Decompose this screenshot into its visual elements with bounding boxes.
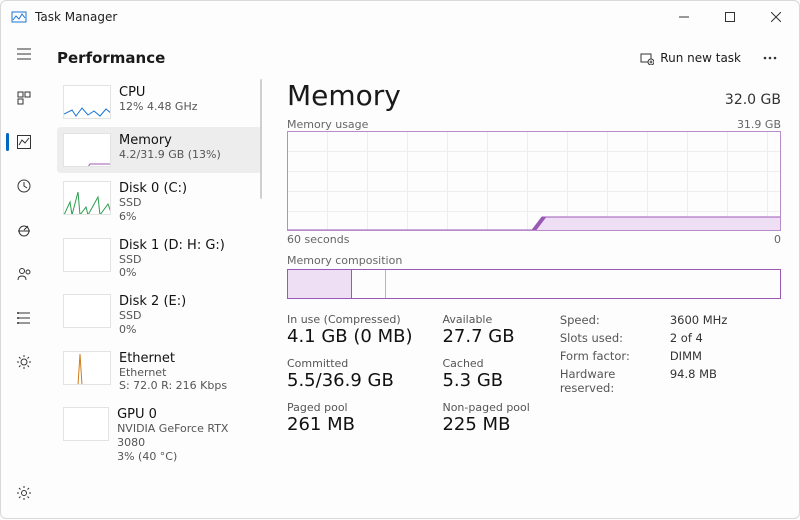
nav-details[interactable] (4, 301, 44, 335)
composition-label: Memory composition (287, 254, 781, 267)
run-task-icon (640, 51, 654, 65)
available-value: 27.7 GB (442, 326, 529, 347)
composition-modified (352, 270, 386, 298)
window-title: Task Manager (35, 10, 117, 24)
available-label: Available (442, 313, 529, 326)
run-task-label: Run new task (660, 51, 741, 65)
page-title: Performance (57, 49, 165, 67)
memory-usage-chart (287, 131, 781, 231)
detail-title: Memory (287, 79, 401, 112)
resource-list[interactable]: CPU12% 4.48 GHz Memory4.2/31.9 GB (13%) … (57, 79, 263, 520)
disk2-sparkline (63, 294, 111, 328)
nav-startup[interactable] (4, 213, 44, 247)
sidebar-item-ethernet[interactable]: EthernetEthernetS: 72.0 R: 216 Kbps (57, 345, 262, 400)
committed-label: Committed (287, 357, 412, 370)
title-bar: Task Manager (1, 1, 799, 33)
sidebar-item-disk0[interactable]: Disk 0 (C:)SSD6% (57, 175, 262, 230)
hamburger-icon[interactable] (4, 37, 44, 71)
nonpaged-label: Non-paged pool (442, 401, 529, 414)
memory-sparkline (63, 133, 111, 167)
sidebar-item-cpu[interactable]: CPU12% 4.48 GHz (57, 79, 262, 125)
minimize-button[interactable] (661, 1, 707, 33)
sidebar-item-disk1[interactable]: Disk 1 (D: H: G:)SSD0% (57, 232, 262, 287)
disk0-sparkline (63, 181, 111, 215)
page-header: Performance Run new task (57, 37, 785, 79)
disk1-sparkline (63, 238, 111, 272)
nav-users[interactable] (4, 257, 44, 291)
nonpaged-value: 225 MB (442, 414, 529, 435)
memory-capacity: 32.0 GB (725, 92, 781, 112)
nav-app-history[interactable] (4, 169, 44, 203)
cached-label: Cached (442, 357, 529, 370)
ethernet-sparkline (63, 351, 111, 385)
nav-performance[interactable] (4, 125, 44, 159)
paged-value: 261 MB (287, 414, 412, 435)
paged-label: Paged pool (287, 401, 412, 414)
cpu-sparkline (63, 85, 111, 119)
nav-services[interactable] (4, 345, 44, 379)
app-icon (11, 9, 27, 25)
committed-value: 5.5/36.9 GB (287, 370, 412, 391)
detail-pane: Memory 32.0 GB Memory usage 31.9 GB 60 s… (263, 79, 785, 520)
nav-settings[interactable] (4, 476, 44, 510)
close-button[interactable] (753, 1, 799, 33)
memory-composition-chart (287, 269, 781, 299)
xaxis-left: 60 seconds (287, 233, 349, 246)
maximize-button[interactable] (707, 1, 753, 33)
cached-value: 5.3 GB (442, 370, 529, 391)
sidebar-item-disk2[interactable]: Disk 2 (E:)SSD0% (57, 288, 262, 343)
sidebar-item-gpu0[interactable]: GPU 0NVIDIA GeForce RTX 30803% (40 °C) (57, 401, 262, 469)
gpu-sparkline (63, 407, 109, 441)
sidebar-item-memory[interactable]: Memory4.2/31.9 GB (13%) (57, 127, 262, 173)
more-button[interactable] (755, 52, 785, 64)
run-new-task-button[interactable]: Run new task (632, 47, 749, 69)
nav-processes[interactable] (4, 81, 44, 115)
composition-in-use (288, 270, 352, 298)
xaxis-right: 0 (774, 233, 781, 246)
memory-specs: Speed:3600 MHz Slots used:2 of 4 Form fa… (560, 313, 728, 395)
scrollbar-thumb[interactable] (260, 79, 263, 199)
inuse-value: 4.1 GB (0 MB) (287, 326, 412, 347)
inuse-label: In use (Compressed) (287, 313, 412, 326)
nav-rail (1, 33, 47, 520)
